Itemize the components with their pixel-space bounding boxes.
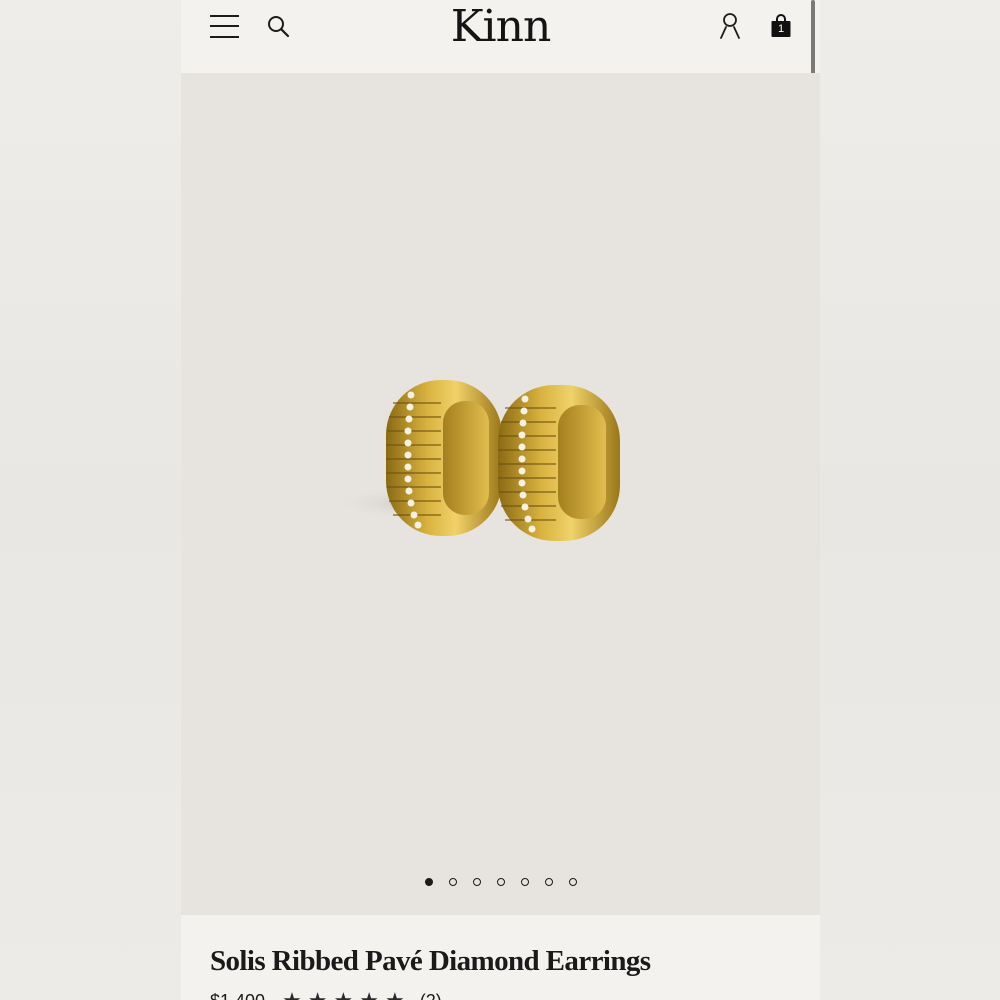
product-info: Solis Ribbed Pavé Diamond Earrings $1,40… bbox=[181, 915, 820, 1000]
cart-count-badge: 1 bbox=[777, 23, 785, 35]
gallery-dot[interactable] bbox=[568, 878, 577, 886]
gallery-dot[interactable] bbox=[424, 878, 433, 886]
gallery-dot[interactable] bbox=[472, 878, 481, 886]
product-price: $1,400 bbox=[210, 991, 265, 1000]
star-rating-icon[interactable]: ★★★★★ bbox=[282, 990, 411, 1000]
site-header: Kinn 1 bbox=[181, 0, 820, 73]
gallery-dot[interactable] bbox=[520, 878, 529, 886]
product-title: Solis Ribbed Pavé Diamond Earrings bbox=[210, 945, 651, 977]
product-image bbox=[301, 353, 641, 553]
backdrop-left bbox=[0, 0, 181, 1000]
gallery-dot[interactable] bbox=[448, 878, 457, 886]
backdrop-right bbox=[820, 0, 1000, 1000]
mobile-page: Kinn 1 Solis Ribbed Pavé Diamond Earring… bbox=[181, 0, 820, 1000]
price-rating-row: $1,400 ★★★★★ (2) bbox=[210, 990, 442, 1000]
review-count[interactable]: (2) bbox=[420, 991, 442, 1000]
gallery-dot[interactable] bbox=[544, 878, 553, 886]
gallery-pagination bbox=[181, 873, 820, 886]
account-icon[interactable] bbox=[719, 12, 741, 40]
gallery-dot[interactable] bbox=[496, 878, 505, 886]
product-gallery[interactable] bbox=[181, 73, 820, 915]
